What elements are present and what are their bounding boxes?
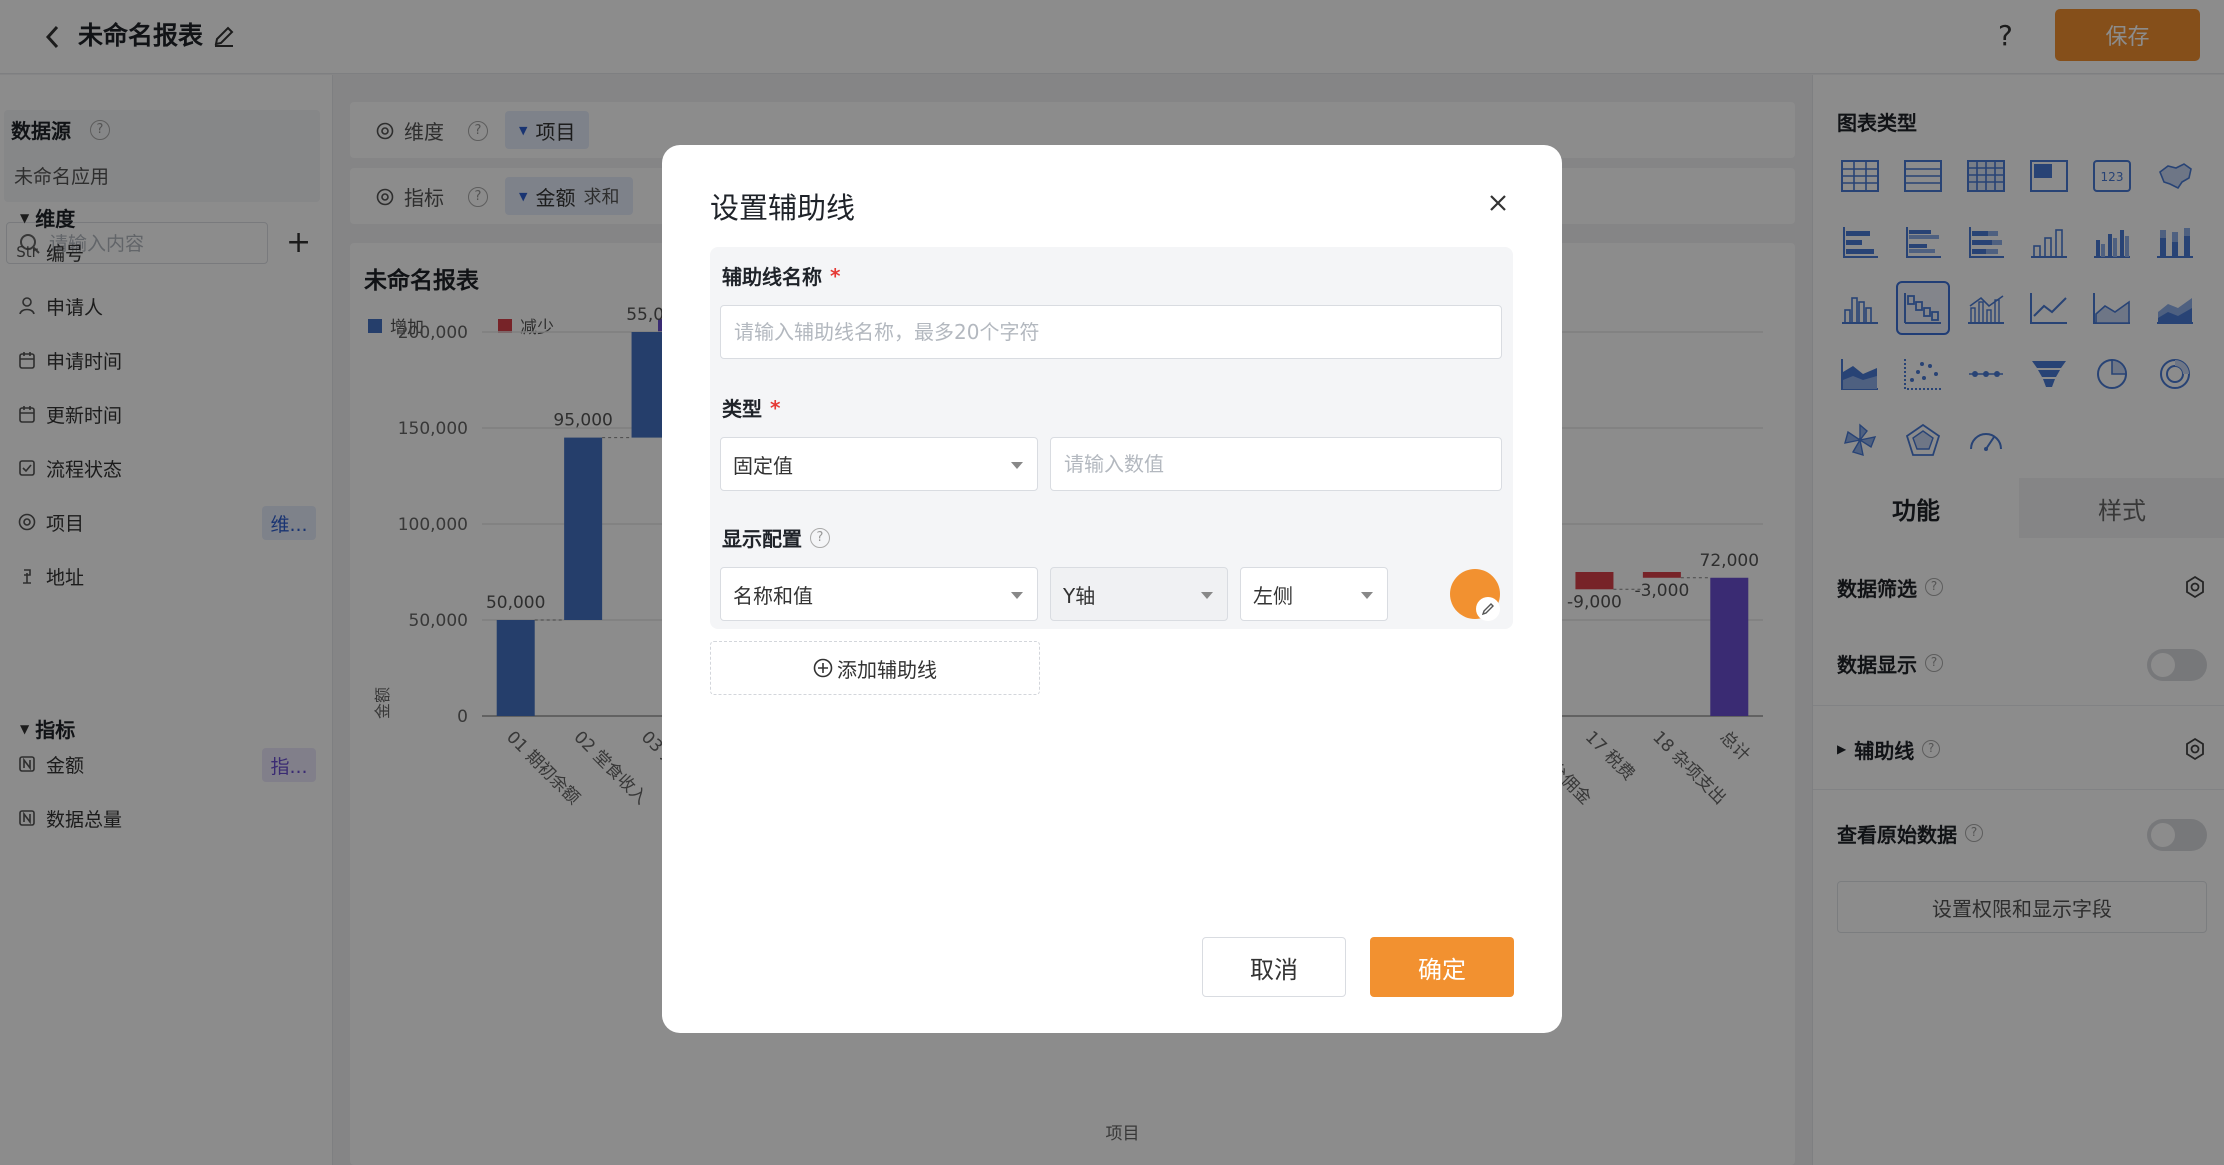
add-aux-line-button[interactable]: 添加辅助线 bbox=[710, 641, 1040, 695]
display-mode-select[interactable]: 名称和值 bbox=[720, 567, 1038, 621]
plus-circle-icon bbox=[813, 658, 833, 678]
aux-line-dialog: 设置辅助线 辅助线名称 * 类型 * 固定值 显示配置 ? 名称和值 Y轴 bbox=[662, 145, 1562, 1033]
chevron-down-icon bbox=[1201, 592, 1213, 599]
cancel-button[interactable]: 取消 bbox=[1202, 937, 1346, 997]
name-field-label: 辅助线名称 * bbox=[722, 261, 840, 290]
chevron-down-icon bbox=[1361, 592, 1373, 599]
display-config-label: 显示配置 ? bbox=[722, 523, 830, 552]
axis-select[interactable]: Y轴 bbox=[1050, 567, 1228, 621]
side-select[interactable]: 左侧 bbox=[1240, 567, 1388, 621]
type-select[interactable]: 固定值 bbox=[720, 437, 1038, 491]
select-value: 左侧 bbox=[1253, 583, 1293, 608]
aux-line-value-input[interactable] bbox=[1050, 437, 1502, 491]
aux-line-name-input[interactable] bbox=[720, 305, 1502, 359]
button-label: 添加辅助线 bbox=[837, 657, 937, 682]
dialog-title: 设置辅助线 bbox=[710, 191, 856, 225]
label-text: 辅助线名称 bbox=[722, 265, 822, 289]
select-value: Y轴 bbox=[1063, 583, 1096, 608]
required-asterisk: * bbox=[770, 395, 781, 420]
chevron-down-icon bbox=[1011, 592, 1023, 599]
select-value: 名称和值 bbox=[733, 583, 813, 608]
pencil-icon[interactable] bbox=[1476, 597, 1500, 621]
aux-line-config-card: 辅助线名称 * 类型 * 固定值 显示配置 ? 名称和值 Y轴 左侧 bbox=[710, 247, 1513, 629]
select-value: 固定值 bbox=[733, 453, 793, 478]
help-icon[interactable]: ? bbox=[810, 527, 830, 548]
type-field-label: 类型 * bbox=[722, 393, 780, 422]
chevron-down-icon bbox=[1011, 462, 1023, 469]
close-icon[interactable] bbox=[1480, 185, 1516, 221]
required-asterisk: * bbox=[830, 263, 841, 288]
label-text: 类型 bbox=[722, 397, 762, 421]
label-text: 显示配置 bbox=[722, 527, 802, 551]
confirm-button[interactable]: 确定 bbox=[1370, 937, 1514, 997]
